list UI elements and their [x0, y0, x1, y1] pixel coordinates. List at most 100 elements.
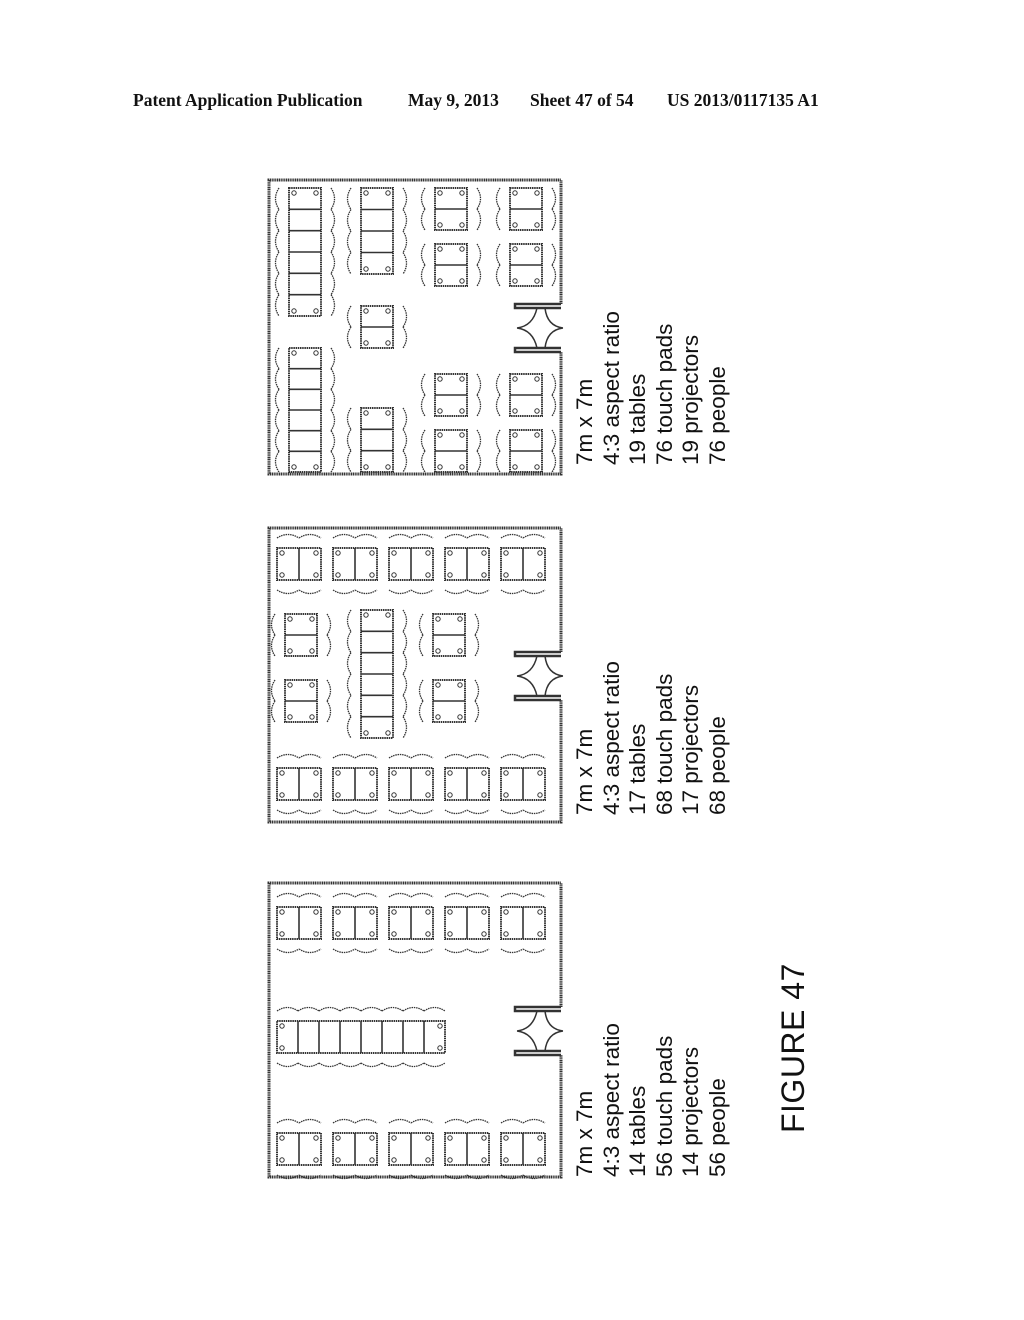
touch-pad	[391, 770, 397, 776]
chair-row	[332, 533, 378, 539]
chair-row	[476, 373, 482, 417]
caption-line: 4:3 aspect ratio	[598, 311, 624, 465]
touch-pad	[313, 792, 319, 798]
chair-row	[346, 305, 352, 349]
chair-row	[402, 407, 408, 473]
table	[495, 429, 557, 473]
door-frame	[513, 346, 561, 354]
table	[500, 892, 546, 954]
publication-title: Patent Application Publication	[133, 90, 363, 110]
chair-row	[476, 429, 482, 473]
touch-pad	[437, 432, 443, 438]
table	[332, 533, 378, 595]
caption-line: 17 tables	[625, 723, 650, 815]
touch-pad	[291, 350, 297, 356]
touch-pad	[363, 308, 369, 314]
door-swing	[544, 655, 564, 697]
touch-pad	[369, 931, 375, 937]
table	[495, 243, 557, 287]
chair-row	[276, 753, 322, 759]
chair-row	[495, 243, 501, 287]
touch-pad	[425, 770, 431, 776]
door-swing	[516, 1010, 538, 1052]
table	[418, 679, 480, 723]
chair-row	[276, 892, 322, 898]
publication-date: May 9, 2013	[408, 90, 499, 110]
touch-pad	[363, 410, 369, 416]
touch-pad	[447, 550, 453, 556]
chair-row	[346, 187, 352, 275]
touch-pad	[313, 190, 319, 196]
table	[418, 613, 480, 657]
table	[444, 753, 490, 815]
touch-pad	[537, 931, 543, 937]
chair-row	[420, 187, 426, 231]
touch-pad	[391, 909, 397, 915]
touch-pad	[363, 612, 369, 618]
chair-row	[500, 1118, 546, 1124]
caption-line: 68 people	[704, 716, 730, 815]
touch-pad	[481, 770, 487, 776]
touch-pad	[459, 376, 465, 382]
caption-line: 7m x 7m	[572, 1090, 597, 1177]
sheet-number: Sheet 47 of 54	[530, 90, 634, 110]
caption-b: 7m x 7m 4:3 aspect ratio 17 tables 68 to…	[572, 661, 731, 815]
touch-pad	[435, 648, 441, 654]
chair-row	[270, 679, 276, 723]
touch-pad	[369, 770, 375, 776]
caption-a: 7m x 7m 4:3 aspect ratio 19 tables 76 to…	[572, 311, 731, 465]
touch-pad	[279, 792, 285, 798]
table	[388, 533, 434, 595]
touch-pad	[313, 350, 319, 356]
touch-pad	[391, 792, 397, 798]
touch-pad	[537, 550, 543, 556]
caption-line: 19 tables	[625, 373, 650, 465]
touch-pad	[391, 550, 397, 556]
touch-pad	[437, 246, 443, 252]
touch-pad	[369, 792, 375, 798]
touch-pad	[457, 648, 463, 654]
chair-row	[326, 679, 332, 723]
touch-pad	[425, 792, 431, 798]
touch-pad	[435, 682, 441, 688]
touch-pad	[313, 770, 319, 776]
touch-pad	[313, 464, 319, 470]
touch-pad	[425, 572, 431, 578]
touch-pad	[291, 308, 297, 314]
chair-row	[330, 187, 336, 317]
floor-plan-a	[265, 176, 567, 478]
touch-pad	[313, 550, 319, 556]
touch-pad	[313, 308, 319, 314]
touch-pad	[425, 550, 431, 556]
chair-row	[276, 1062, 446, 1068]
touch-pad	[447, 909, 453, 915]
table	[495, 373, 557, 417]
chair-row	[551, 187, 557, 231]
chair-row	[444, 892, 490, 898]
touch-pad	[537, 572, 543, 578]
touch-pad	[481, 550, 487, 556]
chair-row	[551, 429, 557, 473]
floor-plan-c	[265, 879, 567, 1181]
touch-pad	[459, 246, 465, 252]
touch-pad	[447, 770, 453, 776]
chair-row	[551, 243, 557, 287]
touch-pad	[287, 682, 293, 688]
touch-pad	[385, 340, 391, 346]
touch-pad	[435, 714, 441, 720]
table	[332, 753, 378, 815]
chair-row	[388, 892, 434, 898]
touch-pad	[503, 1157, 509, 1163]
door-frame	[513, 650, 561, 658]
table	[332, 892, 378, 954]
table	[500, 753, 546, 815]
chair-row	[276, 809, 322, 815]
touch-pad	[481, 1157, 487, 1163]
touch-pad	[335, 792, 341, 798]
chair-row	[444, 1118, 490, 1124]
chair-row	[402, 305, 408, 349]
chair-row	[444, 533, 490, 539]
touch-pad	[363, 340, 369, 346]
touch-pad	[437, 408, 443, 414]
touch-pad	[279, 1157, 285, 1163]
